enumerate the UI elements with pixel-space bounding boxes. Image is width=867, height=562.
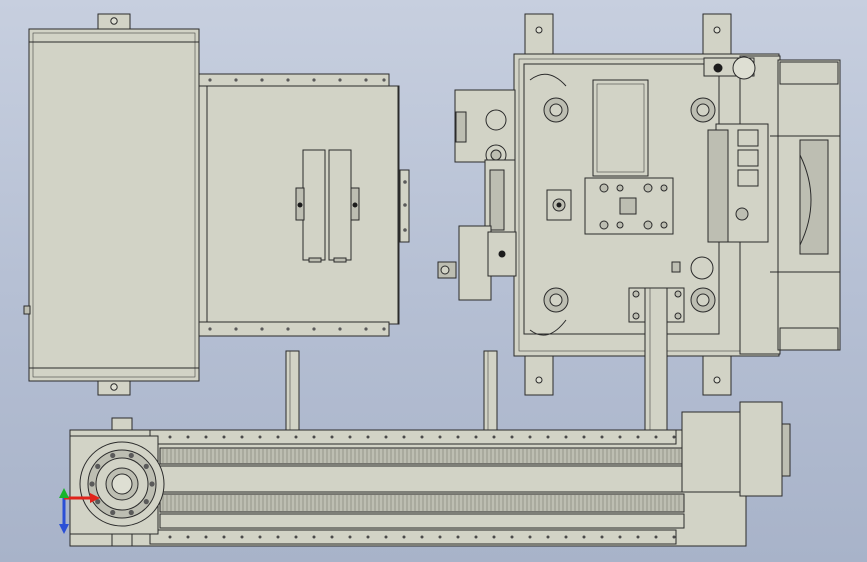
- z-axis-arrow: [59, 524, 69, 534]
- left-cabinet[interactable]: [23, 13, 200, 396]
- panel-bottom-rail: [198, 321, 390, 337]
- support-posts: [285, 350, 498, 434]
- cad-viewport[interactable]: [0, 0, 867, 562]
- conveyor[interactable]: [69, 401, 791, 547]
- y-axis-arrow: [59, 488, 69, 498]
- latch-left: [302, 149, 326, 261]
- x-axis-arrow: [90, 493, 100, 503]
- drive-motor: [681, 411, 741, 493]
- panel-top-rail: [198, 73, 390, 87]
- valve-cluster[interactable]: [437, 89, 517, 301]
- coordinate-triad: [59, 488, 100, 534]
- inspection-cover: [592, 79, 649, 177]
- right-machine[interactable]: [437, 13, 841, 461]
- cabinet-body: [28, 28, 200, 382]
- latch-right: [328, 149, 352, 261]
- center-panel[interactable]: [198, 73, 410, 337]
